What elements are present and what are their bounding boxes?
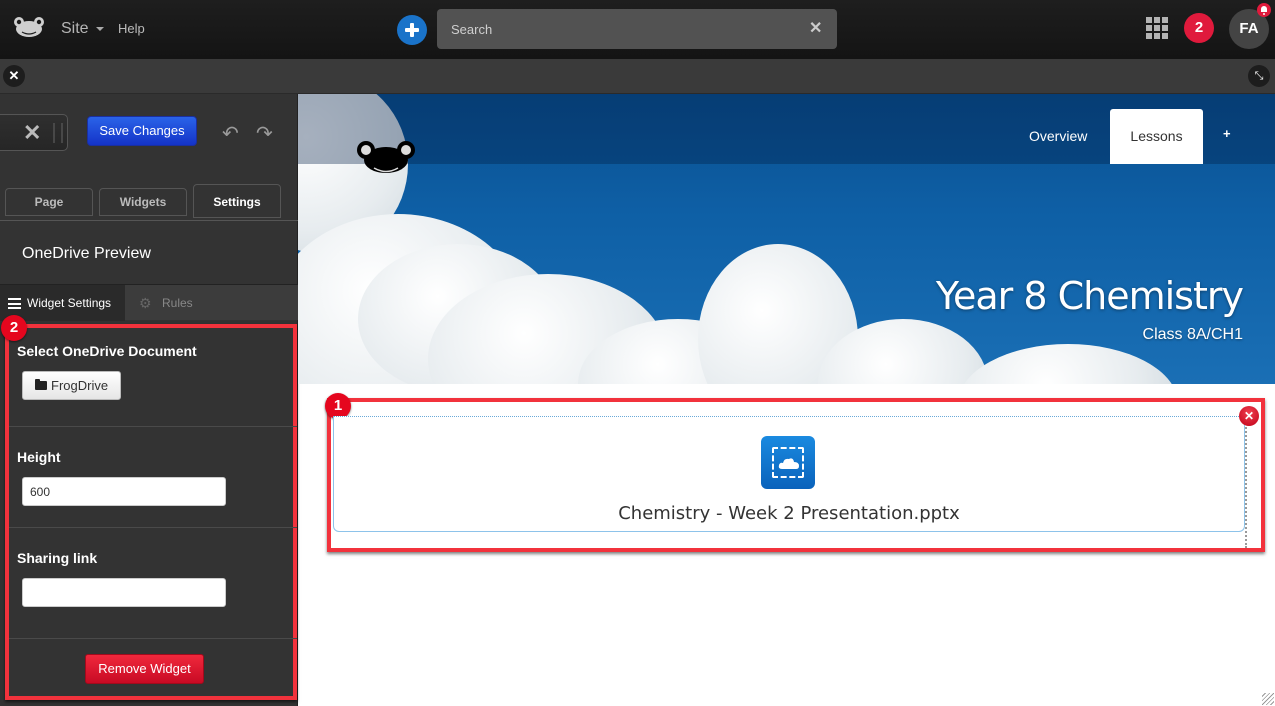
frogdrive-button[interactable]: FrogDrive <box>22 371 121 400</box>
section-divider <box>9 638 297 639</box>
tab-widgets[interactable]: Widgets <box>99 188 187 216</box>
sharing-link-label: Sharing link <box>17 550 98 566</box>
tab-page[interactable]: Page <box>5 188 93 216</box>
undo-icon[interactable]: ↶ <box>222 121 239 146</box>
sharing-link-input[interactable] <box>22 578 226 607</box>
folder-icon <box>35 379 47 390</box>
nav-add-page[interactable]: + <box>1223 126 1231 141</box>
edit-mode-bar <box>0 59 1275 94</box>
top-navbar: Site Help ✕ 2 FA <box>0 0 1275 59</box>
site-menu[interactable]: Site <box>61 20 89 38</box>
nav-overview[interactable]: Overview <box>1029 128 1087 144</box>
document-filename[interactable]: Chemistry - Week 2 Presentation.pptx <box>333 503 1245 524</box>
subtab-label: Widget Settings <box>27 296 112 310</box>
notification-count-badge[interactable]: 2 <box>1184 13 1214 43</box>
tab-settings[interactable]: Settings <box>193 184 281 218</box>
height-input[interactable] <box>22 477 226 506</box>
onedrive-icon <box>761 436 815 489</box>
gears-icon: ⚙ <box>139 295 152 311</box>
cancel-button[interactable]: ✕ <box>0 114 68 151</box>
frog-logo-icon[interactable] <box>13 16 45 38</box>
cloud-image <box>958 344 1178 384</box>
settings-subtabs: Widget Settings ⚙ Rules <box>0 284 298 321</box>
page-subtitle: Class 8A/CH1 <box>1142 326 1243 343</box>
section-divider <box>9 527 297 528</box>
drag-handle-icon[interactable] <box>53 123 63 143</box>
sliders-icon <box>8 298 21 309</box>
search-input[interactable] <box>437 9 837 49</box>
bell-icon <box>1257 3 1271 17</box>
redo-icon[interactable]: ↷ <box>256 121 273 146</box>
resize-handle-icon[interactable] <box>1262 693 1274 705</box>
collapse-icon[interactable]: ⤡ <box>1248 65 1270 87</box>
subtab-label: Rules <box>162 296 193 310</box>
remove-widget-close-icon[interactable]: ✕ <box>1239 406 1259 426</box>
page-title: Year 8 Chemistry <box>935 274 1244 318</box>
clear-search-icon[interactable]: ✕ <box>809 20 822 38</box>
close-editor-button[interactable]: ✕ <box>3 65 25 87</box>
select-document-label: Select OneDrive Document <box>17 343 197 359</box>
widget-title: OneDrive Preview <box>22 245 151 262</box>
chevron-down-icon[interactable] <box>96 27 104 31</box>
close-icon: ✕ <box>23 120 42 145</box>
subtab-rules[interactable]: ⚙ Rules <box>125 285 298 321</box>
tabs-divider <box>0 220 298 221</box>
section-divider <box>9 426 297 427</box>
save-changes-button[interactable]: Save Changes <box>87 116 197 146</box>
remove-widget-button[interactable]: Remove Widget <box>85 654 204 684</box>
frog-logo-icon <box>357 141 415 173</box>
add-button[interactable] <box>397 15 427 45</box>
nav-lessons[interactable]: Lessons <box>1110 109 1203 164</box>
height-label: Height <box>17 449 61 465</box>
page-banner: Overview Lessons + Year 8 Chemistry Clas… <box>298 94 1275 384</box>
help-link[interactable]: Help <box>118 21 145 36</box>
frogdrive-label: FrogDrive <box>51 378 109 393</box>
annotation-badge-2: 2 <box>1 315 27 341</box>
apps-grid-icon[interactable] <box>1146 17 1168 39</box>
widget-guide-line <box>1245 416 1247 548</box>
